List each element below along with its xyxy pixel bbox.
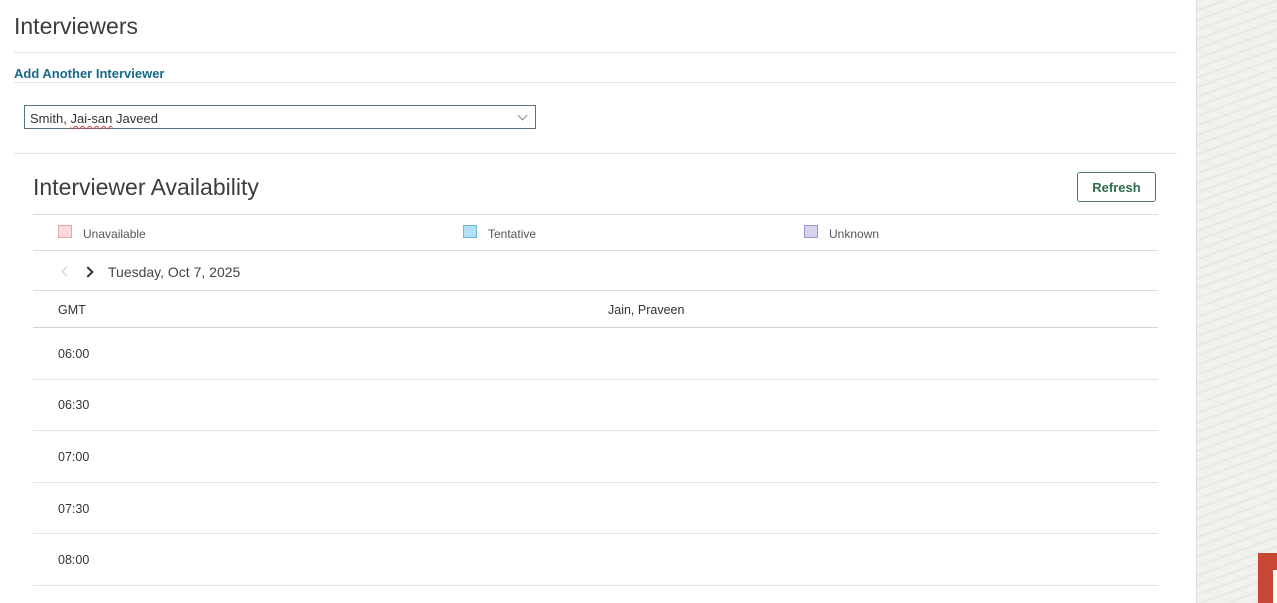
tentative-swatch bbox=[463, 225, 477, 238]
unknown-swatch bbox=[804, 225, 818, 238]
legend-label: Tentative bbox=[488, 227, 537, 241]
row-divider bbox=[33, 379, 1158, 380]
refresh-button[interactable]: Refresh bbox=[1077, 172, 1156, 202]
divider bbox=[33, 250, 1158, 251]
unavailable-swatch bbox=[58, 225, 72, 238]
time-slot-label: 07:30 bbox=[58, 502, 90, 516]
accent-block-notch bbox=[1273, 570, 1277, 603]
row-divider bbox=[33, 430, 1158, 431]
previous-day-button[interactable] bbox=[58, 265, 72, 279]
time-slot-label: 06:30 bbox=[58, 398, 90, 412]
side-background-panel bbox=[1196, 0, 1277, 603]
legend-label: Unknown bbox=[829, 227, 880, 241]
row-divider bbox=[33, 533, 1158, 534]
interviewer-select-value: Smith, Jai-san Javeed bbox=[30, 111, 158, 126]
time-slot-label: 06:00 bbox=[58, 347, 90, 361]
interviewer-select[interactable]: Smith, Jai-san Javeed bbox=[24, 105, 536, 129]
divider bbox=[33, 214, 1158, 215]
time-slot-label: 07:00 bbox=[58, 450, 90, 464]
availability-title: Interviewer Availability bbox=[33, 174, 259, 200]
interviewer-column-header: Jain, Praveen bbox=[608, 303, 685, 317]
interviewers-title: Interviewers bbox=[14, 13, 138, 39]
current-date: Tuesday, Oct 7, 2025 bbox=[108, 264, 241, 280]
next-day-button[interactable] bbox=[82, 265, 97, 279]
divider bbox=[14, 82, 1177, 83]
divider bbox=[14, 153, 1177, 154]
divider bbox=[33, 290, 1158, 291]
row-divider bbox=[33, 585, 1158, 586]
time-slot-label: 08:00 bbox=[58, 553, 90, 567]
chevron-left-icon bbox=[61, 266, 72, 277]
chevron-right-icon bbox=[82, 266, 94, 278]
divider bbox=[14, 52, 1177, 53]
chevron-down-icon bbox=[517, 110, 528, 121]
legend-label: Unavailable bbox=[83, 227, 146, 241]
main-panel: Interviewers Add Another Interviewer Smi… bbox=[0, 0, 1196, 603]
divider bbox=[33, 327, 1158, 328]
row-divider bbox=[33, 482, 1158, 483]
timezone-column-header: GMT bbox=[58, 303, 86, 317]
add-another-interviewer-link[interactable]: Add Another Interviewer bbox=[14, 66, 164, 81]
